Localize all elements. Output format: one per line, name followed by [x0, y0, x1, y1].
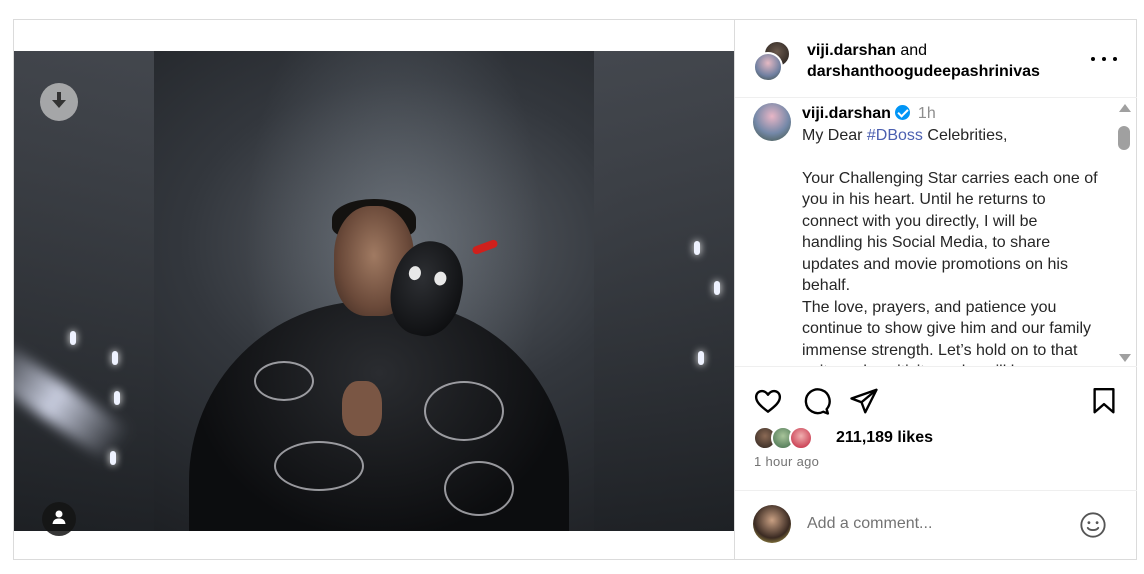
caption-paragraph: The love, prayers, and patience you cont…	[802, 298, 1092, 367]
heart-icon[interactable]	[753, 386, 783, 416]
user-tag-icon	[51, 509, 67, 530]
caption-greeting-suffix: Celebrities,	[922, 126, 1008, 144]
avatar	[753, 505, 791, 543]
download-button[interactable]	[40, 83, 78, 121]
avatar	[789, 426, 813, 450]
scroll-up-arrow-icon[interactable]	[1119, 104, 1131, 112]
post-photo[interactable]	[14, 51, 734, 531]
post-side-panel: viji.darshan and darshanthoogudeepashrin…	[734, 20, 1137, 559]
verified-badge-icon	[894, 105, 910, 120]
post-header: viji.darshan and darshanthoogudeepashrin…	[735, 20, 1137, 98]
embroidery-pattern	[254, 361, 314, 401]
bookmark-icon[interactable]	[1089, 386, 1119, 416]
more-options-icon[interactable]	[1091, 50, 1117, 68]
caption-username[interactable]: viji.darshan	[802, 105, 891, 122]
emoji-icon[interactable]	[1079, 511, 1107, 539]
scroll-thumb[interactable]	[1118, 126, 1130, 150]
post-authors: viji.darshan and darshanthoogudeepashrin…	[807, 40, 1040, 82]
stage-light	[694, 241, 700, 255]
stage-light	[698, 351, 704, 365]
post-media-area	[14, 20, 734, 559]
caption-scrollbar[interactable]	[1117, 104, 1131, 366]
caption-text: viji.darshan 1h My Dear #DBoss Celebritie…	[802, 103, 1102, 367]
download-icon	[50, 90, 68, 115]
stage-light	[110, 451, 116, 465]
post-dialog: viji.darshan and darshanthoogudeepashrin…	[13, 19, 1137, 560]
scroll-down-arrow-icon[interactable]	[1119, 354, 1131, 362]
mask-eye	[433, 270, 448, 287]
avatar[interactable]	[753, 103, 791, 141]
stage-light	[714, 281, 720, 295]
embroidery-pattern	[424, 381, 504, 441]
share-icon[interactable]	[849, 386, 879, 416]
avatar	[753, 52, 783, 82]
caption-greeting-prefix: My Dear	[802, 126, 867, 144]
author-connector: and	[895, 42, 928, 59]
coauthor-username[interactable]: darshanthoogudeepashrinivas	[807, 63, 1040, 80]
throne-left-decor	[14, 51, 154, 531]
comment-icon[interactable]	[801, 386, 831, 416]
tagged-users-button[interactable]	[42, 502, 76, 536]
stage-light	[114, 391, 120, 405]
comment-bar	[735, 490, 1137, 558]
embroidery-pattern	[444, 461, 514, 516]
collab-avatars[interactable]	[753, 40, 797, 82]
hashtag-link[interactable]: #DBoss	[867, 127, 923, 144]
embroidery-pattern	[274, 441, 364, 491]
stage-light	[70, 331, 76, 345]
caption-area: viji.darshan 1h My Dear #DBoss Celebritie…	[735, 99, 1137, 367]
comment-input[interactable]	[807, 511, 1067, 537]
throne-right-decor	[594, 51, 734, 531]
figure-hand	[342, 381, 382, 436]
mask-eye	[407, 265, 423, 282]
caption-time[interactable]: 1h	[918, 105, 936, 122]
likes-count[interactable]: 211,189 likes	[836, 429, 933, 447]
likes-row[interactable]: 211,189 likes	[753, 424, 1113, 452]
author-username[interactable]: viji.darshan	[807, 42, 896, 59]
stage-light	[112, 351, 118, 365]
post-timestamp[interactable]: 1 hour ago	[754, 454, 819, 469]
post-actions	[735, 382, 1137, 422]
caption-paragraph: Your Challenging Star carries each one o…	[802, 169, 1098, 295]
